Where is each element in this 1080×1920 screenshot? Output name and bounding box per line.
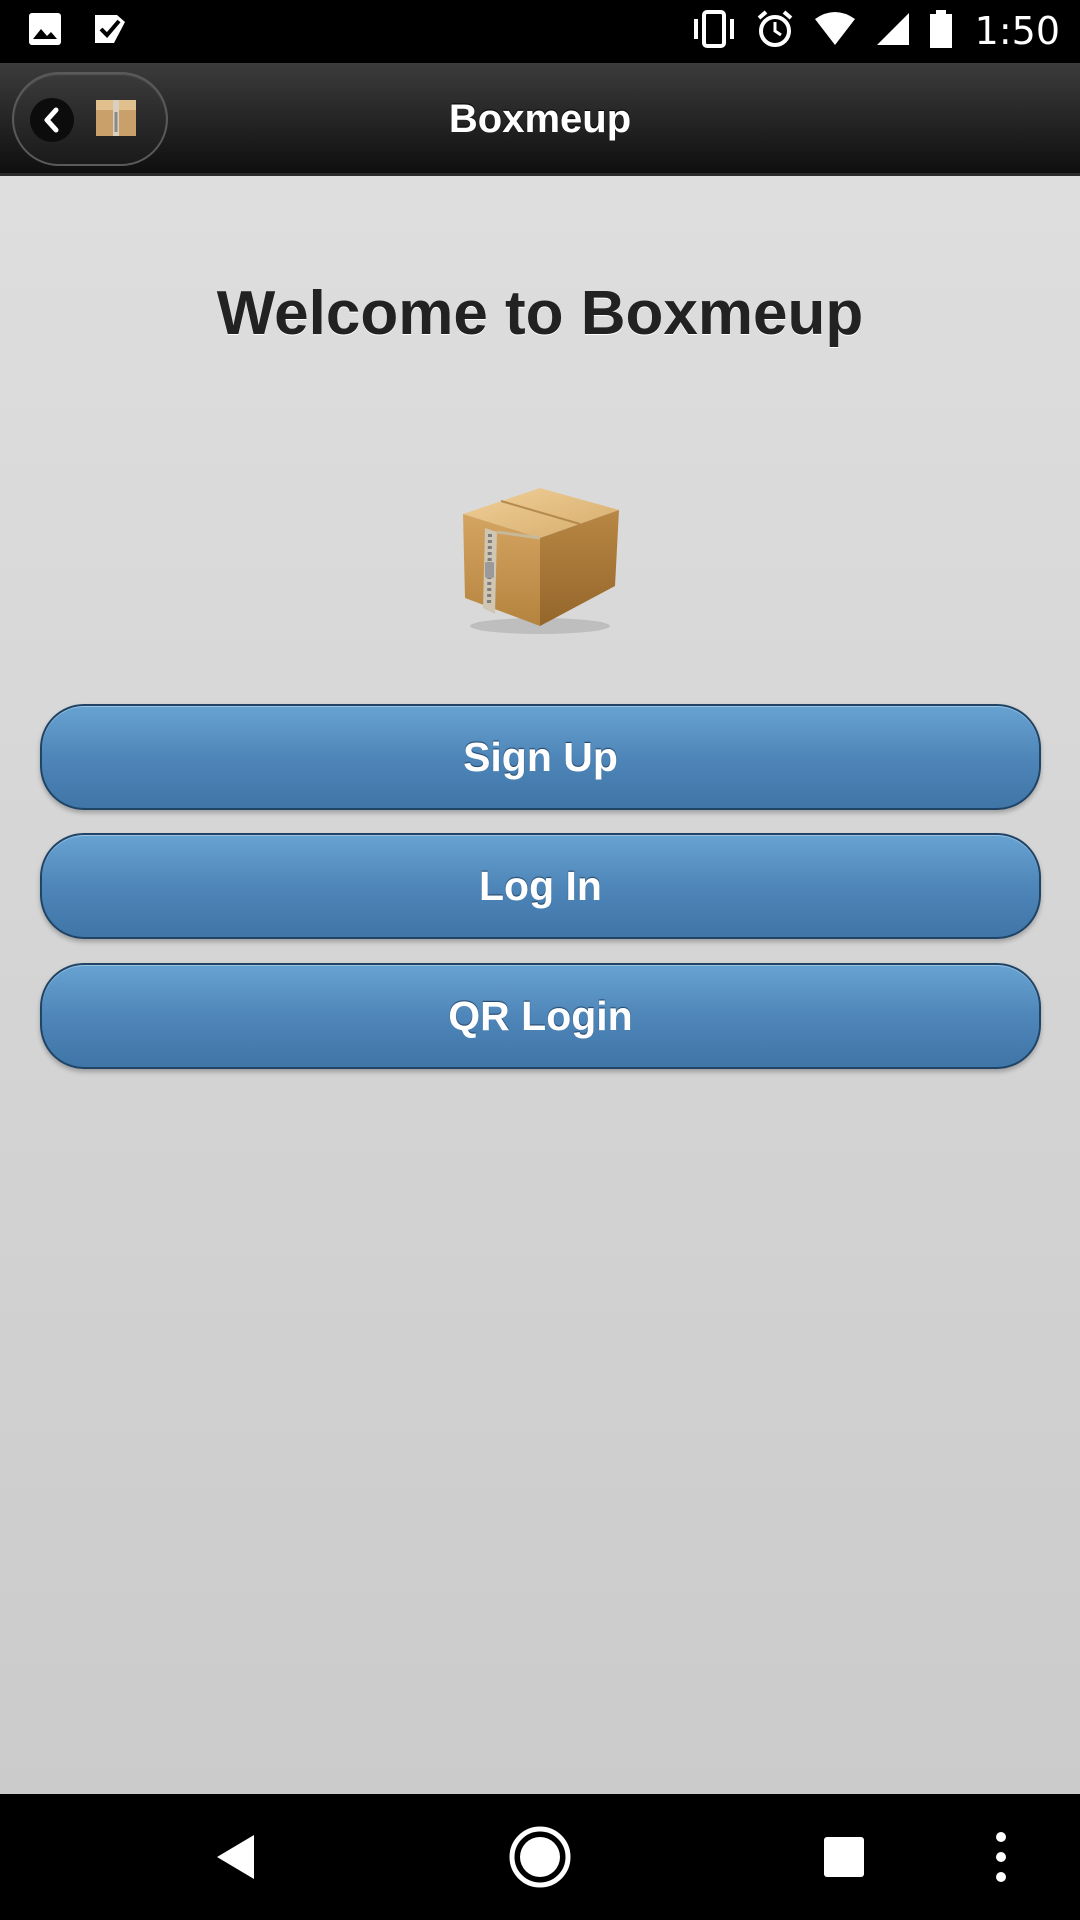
log-in-button[interactable]: Log In (40, 833, 1041, 939)
home-circle-icon[interactable] (506, 1824, 574, 1890)
vibrate-icon (691, 9, 737, 54)
main-content: Welcome to Boxmeup Sign Up Log In QR Log… (0, 176, 1080, 1794)
more-vert-icon[interactable] (988, 1824, 1014, 1890)
header-title: Boxmeup (448, 97, 632, 141)
battery-icon (929, 9, 953, 54)
sign-up-button[interactable]: Sign Up (40, 704, 1041, 810)
app-header: Boxmeup (0, 63, 1080, 176)
check-icon (92, 12, 128, 51)
navigation-bar (0, 1794, 1080, 1920)
gallery-icon (28, 12, 62, 51)
status-time: 1:50 (974, 9, 1060, 53)
recents-square-icon[interactable] (818, 1824, 870, 1890)
welcome-heading: Welcome to Boxmeup (216, 279, 864, 348)
alarm-icon (755, 9, 795, 54)
back-triangle-icon[interactable] (206, 1824, 266, 1890)
signal-icon (875, 11, 911, 52)
qr-login-button[interactable]: QR Login (40, 963, 1041, 1069)
wifi-icon (813, 11, 857, 52)
status-bar: 1:50 (0, 0, 1080, 63)
cardboard-box-icon (455, 466, 625, 641)
